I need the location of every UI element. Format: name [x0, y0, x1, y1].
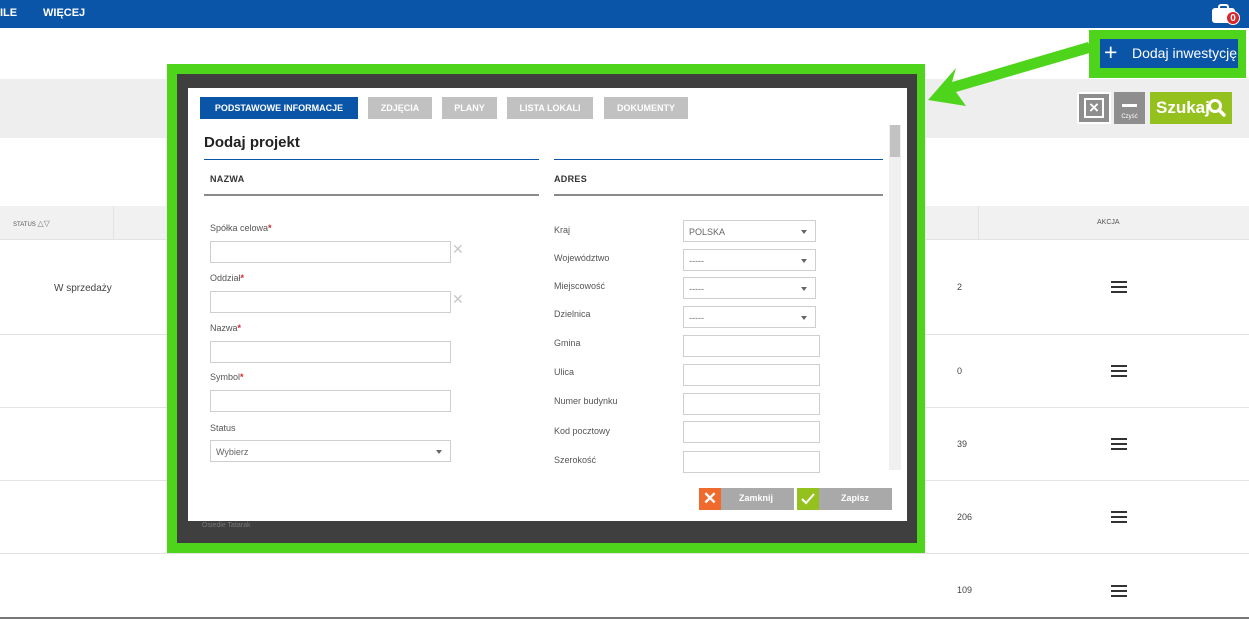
- tab-documents[interactable]: DOKUMENTY: [604, 97, 688, 119]
- commune-field[interactable]: [683, 335, 820, 357]
- section-divider: [204, 194, 539, 196]
- add-investment-button[interactable]: + Dodaj inwestycję: [1100, 39, 1238, 68]
- clear-company-icon[interactable]: ✕: [452, 241, 464, 258]
- section-divider: [204, 159, 539, 160]
- building-number-field[interactable]: [683, 393, 820, 415]
- table-row-count: 206: [957, 512, 973, 522]
- status-select-value: Wybierz: [216, 447, 249, 457]
- latitude-field[interactable]: [683, 451, 820, 473]
- field-label-postal-code: Kod pocztowy: [554, 426, 611, 436]
- annotation-arrow-icon: [928, 42, 1093, 106]
- field-label-building-number: Numer budynku: [554, 396, 618, 406]
- clear-label: Czyść: [1121, 114, 1138, 120]
- row-menu-icon[interactable]: [1111, 585, 1127, 597]
- status-select[interactable]: Wybierz: [210, 440, 451, 462]
- sort-arrows-icon[interactable]: △▽: [37, 219, 49, 228]
- clear-button[interactable]: Czyść: [1114, 92, 1145, 124]
- save-button[interactable]: Zapisz: [797, 488, 892, 510]
- cart-count-badge: 0: [1226, 11, 1240, 25]
- chevron-down-icon: [801, 287, 807, 291]
- district-select[interactable]: -----: [683, 306, 816, 328]
- country-select-value: POLSKA: [689, 227, 726, 237]
- table-row-count: 0: [957, 366, 963, 376]
- search-icon: [1208, 99, 1226, 117]
- company-field[interactable]: [210, 241, 451, 263]
- search-button[interactable]: Szukaj: [1150, 92, 1232, 124]
- add-project-modal: PODSTAWOWE INFORMACJE ZDJĘCIA PLANY LIST…: [188, 88, 907, 521]
- status-header-label: STATUS: [13, 222, 36, 228]
- top-navigation-bar: ILE WIĘCEJ 0: [0, 0, 1249, 28]
- tab-plans[interactable]: PLANY: [442, 97, 497, 119]
- country-select[interactable]: POLSKA: [683, 220, 816, 242]
- akcja-column-header: AKCJA: [1097, 219, 1120, 226]
- name-field[interactable]: [210, 341, 451, 363]
- add-investment-label: Dodaj inwestycję: [1132, 45, 1238, 61]
- field-label-name: Nazwa*: [210, 323, 242, 333]
- chevron-down-icon: [801, 230, 807, 234]
- nav-item-ile[interactable]: ILE: [0, 7, 17, 19]
- search-label: Szukaj: [1156, 98, 1210, 117]
- scrollbar-thumb[interactable]: [890, 125, 900, 157]
- table-row-status: W sprzedaży: [54, 283, 112, 294]
- postal-code-field[interactable]: [683, 421, 820, 443]
- row-menu-icon[interactable]: [1111, 365, 1127, 377]
- city-select[interactable]: -----: [683, 277, 816, 299]
- tab-basic-info[interactable]: PODSTAWOWE INFORMACJE: [200, 97, 358, 119]
- row-menu-icon[interactable]: [1111, 281, 1127, 293]
- nav-item-more[interactable]: WIĘCEJ: [43, 7, 85, 19]
- field-label-latitude: Szerokość: [554, 455, 597, 465]
- table-row-count: 109: [957, 585, 973, 595]
- field-label-symbol: Symbol*: [210, 372, 244, 382]
- voivodeship-select-value: -----: [689, 256, 704, 266]
- branch-field[interactable]: [210, 291, 451, 313]
- chevron-down-icon: [801, 259, 807, 263]
- section-divider: [554, 194, 883, 196]
- check-icon: [797, 488, 819, 510]
- clear-branch-icon[interactable]: ✕: [452, 291, 464, 308]
- field-label-district: Dzielnica: [554, 309, 591, 319]
- column-divider: [978, 206, 979, 239]
- cart-button[interactable]: 0: [1211, 2, 1241, 26]
- row-divider: [0, 553, 1249, 554]
- modal-scrollbar[interactable]: [889, 125, 901, 470]
- city-select-value: -----: [689, 284, 704, 294]
- field-label-company: Spółka celowa*: [210, 223, 272, 233]
- section-divider: [554, 159, 883, 160]
- table-row-count: 39: [957, 439, 968, 449]
- chevron-down-icon: [801, 316, 807, 320]
- field-label-city: Miejscowość: [554, 281, 606, 291]
- field-label-street: Ulica: [554, 367, 575, 377]
- minus-icon: [1122, 104, 1137, 107]
- table-row-count: 2: [957, 282, 963, 292]
- row-menu-icon[interactable]: [1111, 438, 1127, 450]
- plus-icon: +: [1104, 39, 1118, 65]
- street-field[interactable]: [683, 364, 820, 386]
- symbol-field[interactable]: [210, 390, 451, 412]
- column-divider: [113, 206, 114, 239]
- tab-units-list[interactable]: LISTA LOKALI: [507, 97, 593, 119]
- section-title-name: NAZWA: [210, 174, 245, 184]
- close-button[interactable]: ✕ Zamknij: [699, 488, 794, 510]
- district-select-value: -----: [689, 313, 704, 323]
- field-label-commune: Gmina: [554, 338, 581, 348]
- field-label-branch: Oddział*: [210, 273, 245, 283]
- field-label-status: Status: [210, 423, 236, 433]
- chevron-down-icon: [436, 450, 442, 454]
- save-label: Zapisz: [841, 493, 870, 503]
- modal-title: Dodaj projekt: [204, 134, 300, 151]
- status-column-header[interactable]: STATUS △▽: [13, 219, 50, 228]
- row-menu-icon[interactable]: [1111, 511, 1127, 523]
- close-label: Zamknij: [739, 493, 774, 503]
- background-row-text: Osiedle Tatarak: [202, 522, 251, 529]
- section-title-address: ADRES: [554, 174, 588, 184]
- field-label-voivodeship: Województwo: [554, 253, 610, 263]
- field-label-country: Kraj: [554, 225, 571, 235]
- tab-photos[interactable]: ZDJĘCIA: [368, 97, 432, 119]
- close-icon: ✕: [699, 488, 721, 510]
- voivodeship-select[interactable]: -----: [683, 249, 816, 271]
